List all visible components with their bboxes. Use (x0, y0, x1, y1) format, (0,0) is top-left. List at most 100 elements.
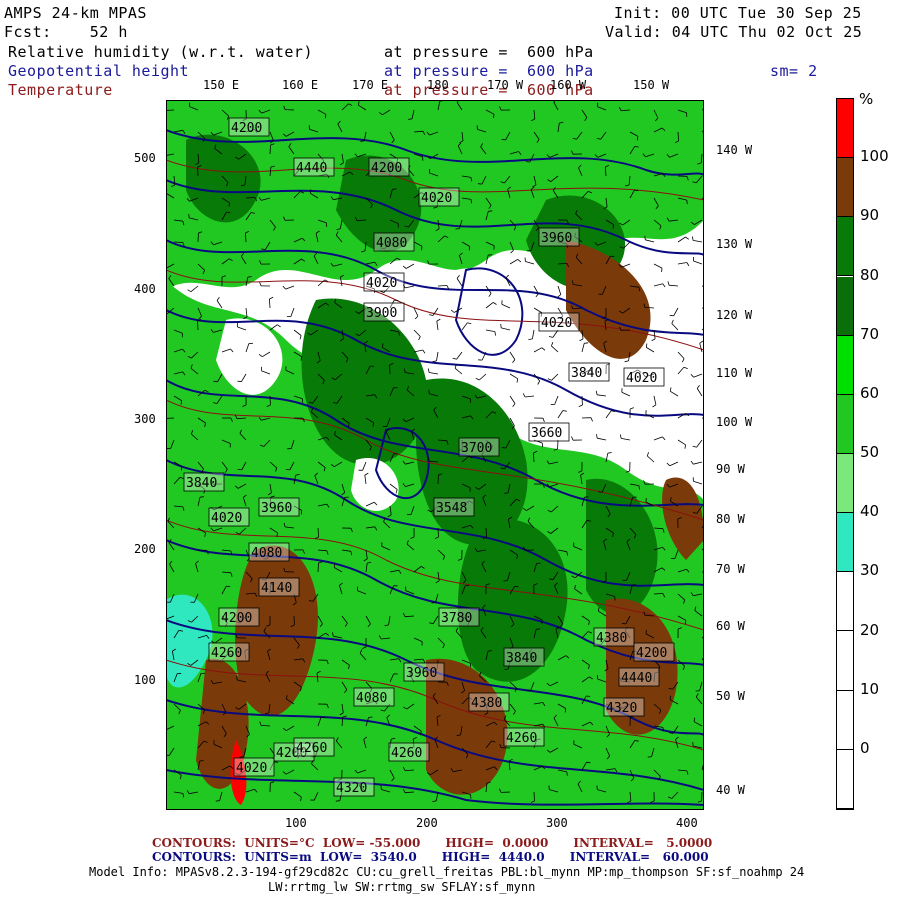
lon-label-right: 90 W (716, 462, 745, 476)
wind-barb-feather (685, 620, 687, 625)
lon-label-right: 140 W (716, 143, 753, 157)
lon-label-right: 110 W (716, 366, 753, 380)
lon-label-right: 100 W (716, 415, 753, 429)
lon-label-top: 160 E (282, 78, 319, 92)
colorbar-label: 30 (860, 561, 880, 580)
colorbar-segment (837, 394, 853, 454)
height-label: 4320 (606, 701, 637, 716)
colorbar-label: 40 (860, 502, 880, 521)
colorbar-segment (837, 513, 853, 573)
height-label: 4260 (211, 646, 242, 661)
wind-barb-feather (686, 200, 688, 205)
colorbar-label: 70 (860, 324, 880, 343)
height-label: 4140 (261, 581, 292, 596)
x-axis-label: 400 (676, 816, 698, 830)
height-label: 4080 (251, 546, 282, 561)
lon-label-top: 150 W (633, 78, 670, 92)
wind-barb-feather (632, 584, 637, 586)
height-label: 4440 (621, 671, 652, 686)
height-label: 3548 (436, 501, 467, 516)
height-label: 3780 (441, 611, 472, 626)
wind-barb (533, 791, 535, 802)
height-label: 3960 (406, 666, 437, 681)
height-label: 3700 (461, 441, 492, 456)
forecast-hour: Fcst: 52 h (4, 23, 128, 41)
wind-barb-feather (584, 342, 589, 344)
colorbar-label: 80 (860, 265, 880, 284)
weather-map: 4200 4440 4200 4020 4080 4020 3960 3900 4020 3840… (166, 100, 704, 810)
wind-barb-feather (536, 628, 541, 630)
wind-barb-feather (421, 246, 423, 251)
model-info-2: LW:rrtmg_lw SW:rrtmg_sw SFLAY:sf_mynn (268, 880, 536, 894)
height-label: 3840 (571, 366, 602, 381)
colorbar-segment (837, 631, 853, 691)
colorbar-segment (837, 335, 853, 395)
wind-barb (437, 285, 448, 287)
wind-barb-feather (488, 210, 493, 212)
x-axis-label: 100 (285, 816, 307, 830)
height-label: 4380 (596, 631, 627, 646)
height-label: 4260 (391, 746, 422, 761)
wind-barb-feather (610, 255, 615, 257)
lon-label-top: 150 E (203, 78, 240, 92)
height-label: 3900 (366, 306, 397, 321)
colorbar-label: 50 (860, 443, 880, 461)
smoothing-label: sm= 2 (770, 62, 818, 80)
wind-barb-feather (692, 741, 694, 747)
height-label: 4020 (541, 316, 572, 331)
temperature-label: Temperature (8, 81, 113, 99)
wind-barb (166, 109, 175, 111)
wind-barb (173, 241, 184, 243)
colorbar-label: 60 (860, 383, 880, 402)
height-label: 3840 (186, 476, 217, 491)
valid-time: Valid: 04 UTC Thu 02 Oct 25 (605, 23, 863, 41)
wind-barb-feather (584, 496, 589, 498)
wind-barb-feather (180, 466, 183, 471)
colorbar-label: 10 (860, 679, 880, 698)
rh-label: Relative humidity (w.r.t. water) (8, 43, 313, 61)
colorbar-segment (837, 99, 853, 159)
wind-barb-feather (325, 114, 327, 119)
colorbar-segment (837, 454, 853, 514)
colorbar-segment (837, 690, 853, 750)
height-label: 4020 (626, 371, 657, 386)
wind-barb (245, 197, 256, 199)
wind-barb (166, 417, 175, 419)
model-title: AMPS 24-km MPAS (4, 4, 147, 22)
temperature-contour-info: CONTOURS: UNITS=°C LOW= -55.000 HIGH= 0.… (152, 836, 713, 850)
wind-barb-feather (493, 114, 495, 119)
lon-label-top: 170 E (352, 78, 389, 92)
colorbar-segment (837, 217, 853, 277)
wind-barb-feather (188, 213, 190, 218)
model-info: Model Info: MPASv8.2.3-194-gf29cd82c CU:… (89, 865, 805, 879)
height-label: 4200 (636, 646, 667, 661)
height-label: 4080 (356, 691, 387, 706)
height-label: 4200 (371, 161, 402, 176)
lon-label-right: 130 W (716, 237, 753, 251)
y-axis-label: 400 (134, 282, 156, 296)
x-axis-label: 200 (416, 816, 438, 830)
height-label: 3960 (541, 231, 572, 246)
wind-barb-feather (428, 389, 430, 394)
wind-barb-feather (637, 136, 639, 141)
height-label: 3840 (506, 651, 537, 666)
height-label: 4200 (231, 121, 262, 136)
lon-label-top: 180 (427, 78, 449, 92)
height-label: 4380 (471, 696, 502, 711)
colorbar-label: 20 (860, 620, 880, 639)
wind-barb-feather (500, 323, 502, 328)
lon-label-right: 80 W (716, 512, 745, 526)
height-contour-info: CONTOURS: UNITS=m LOW= 3540.0 HIGH= 4440… (152, 850, 709, 864)
wind-barb-feather (226, 585, 231, 587)
height-label: 4260 (506, 731, 537, 746)
colorbar-label: 100 (860, 147, 889, 166)
wind-barb-feather (199, 496, 205, 498)
wind-barb-feather (693, 717, 695, 722)
colorbar-label: 90 (860, 206, 880, 225)
colorbar (836, 98, 854, 810)
height-label: 4020 (211, 511, 242, 526)
lon-label-top: 170 W (487, 78, 524, 92)
init-time: Init: 00 UTC Tue 30 Sep 25 (614, 4, 862, 22)
height-label: 4020 (366, 276, 397, 291)
y-axis-label: 300 (134, 412, 156, 426)
